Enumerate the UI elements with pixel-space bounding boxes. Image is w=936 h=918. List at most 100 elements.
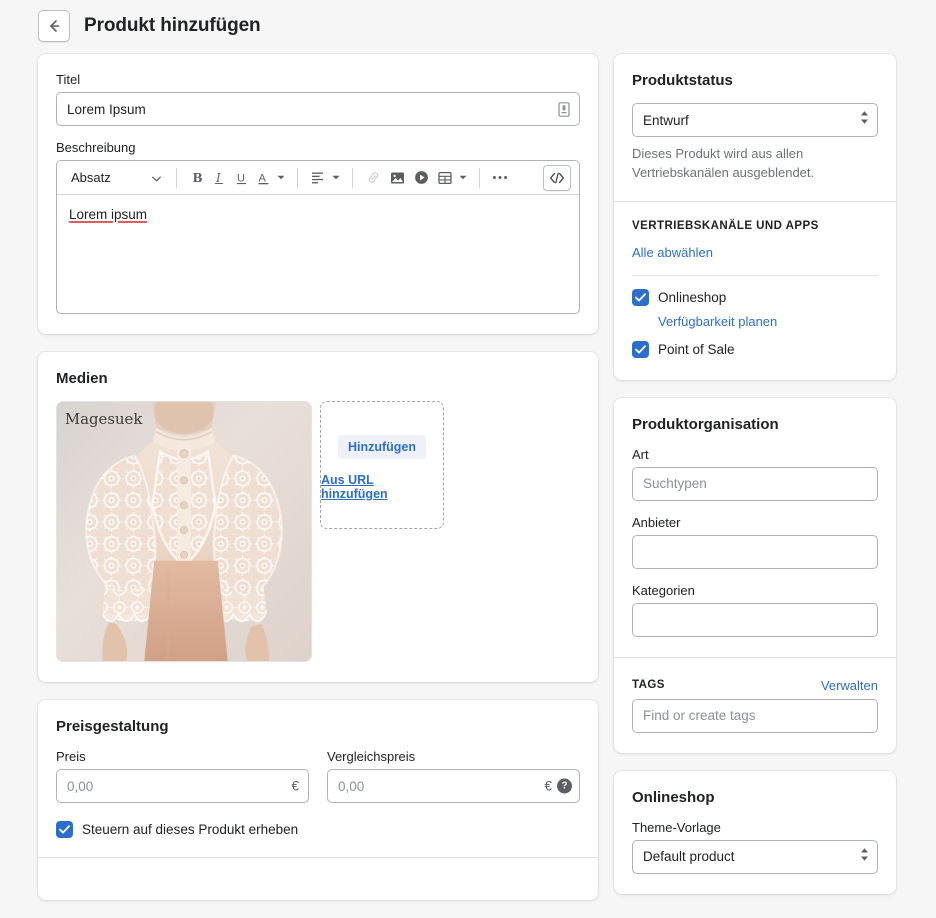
table-icon[interactable]	[434, 166, 456, 190]
title-input-wrap	[56, 92, 580, 126]
channel-pos-row[interactable]: Point of Sale	[632, 340, 878, 358]
theme-template-select[interactable]: Default product	[632, 839, 878, 874]
channel-onlineshop-label: Onlineshop	[658, 289, 727, 305]
title-description-card: Titel Beschreibung	[38, 54, 598, 334]
text-color-button[interactable]: A	[252, 166, 274, 190]
status-select-wrap: Entwurf	[632, 103, 878, 137]
block-format-value: Absatz	[71, 170, 111, 185]
channel-onlineshop-row[interactable]: Onlineshop	[632, 288, 878, 306]
media-row: Magesuek Hinzufügen Aus URL hinzufügen	[56, 401, 580, 662]
align-group	[307, 166, 343, 190]
compare-price-column: Vergleichspreis € ?	[327, 749, 580, 803]
compare-price-input-wrap: € ?	[327, 769, 580, 803]
product-status-card: Produktstatus Entwurf Dieses Produkt wir…	[614, 54, 896, 380]
media-thumbnail[interactable]: Magesuek	[56, 401, 312, 662]
ellipsis-icon[interactable]	[489, 166, 511, 190]
charge-tax-checkbox-row[interactable]: Steuern auf dieses Produkt erheben	[56, 821, 580, 838]
page-header: Produkt hinzufügen	[0, 0, 936, 44]
theme-select-wrap: Default product	[632, 839, 878, 874]
vendor-label: Anbieter	[632, 514, 681, 530]
tags-divider	[614, 656, 896, 658]
onlineshop-title: Onlineshop	[632, 788, 715, 806]
product-organization-card: Produktorganisation Art Anbieter Kategor…	[614, 397, 896, 753]
product-status-title: Produktstatus	[632, 72, 733, 89]
deselect-all-link[interactable]: Alle abwählen	[632, 245, 713, 260]
media-card: Medien Magesuek Hinzufügen Aus URL hinzu…	[38, 352, 598, 682]
title-label: Titel	[56, 72, 81, 87]
price-column: Preis €	[56, 749, 309, 803]
charge-tax-label: Steuern auf dieses Produkt erheben	[82, 822, 299, 837]
channel-pos-label: Point of Sale	[658, 341, 735, 357]
product-organization-title: Produktorganisation	[632, 415, 779, 433]
align-left-icon[interactable]	[307, 166, 329, 190]
tags-input[interactable]	[632, 698, 878, 733]
svg-text:Magesuek: Magesuek	[65, 410, 143, 428]
italic-button[interactable]: I	[208, 166, 230, 190]
pricing-title: Preisgestaltung	[56, 718, 169, 735]
page-title: Produkt hinzufügen	[84, 15, 261, 36]
categories-input[interactable]	[632, 602, 878, 637]
add-from-url-link[interactable]: Aus URL hinzufügen	[321, 473, 443, 501]
sidebar-column: Produktstatus Entwurf Dieses Produkt wir…	[614, 54, 896, 912]
channel-pos-checkbox[interactable]	[632, 340, 649, 358]
pricing-card-tail	[56, 858, 580, 880]
onlineshop-card: Onlineshop Theme-Vorlage Default product	[614, 770, 896, 894]
description-label: Beschreibung	[56, 140, 136, 155]
status-select[interactable]: Entwurf	[632, 103, 878, 137]
svg-text:A: A	[258, 172, 266, 184]
page-columns: Titel Beschreibung	[0, 44, 936, 918]
theme-template-label: Theme-Vorlage	[632, 819, 721, 835]
code-icon[interactable]	[543, 164, 571, 191]
svg-text:B: B	[192, 171, 202, 185]
theme-template-value: Default product	[643, 849, 735, 865]
title-input[interactable]	[56, 92, 580, 126]
link-icon[interactable]	[362, 166, 384, 190]
status-divider	[614, 200, 896, 202]
price-input-wrap: €	[56, 769, 309, 803]
back-button[interactable]	[38, 10, 70, 42]
tags-header: TAGS Verwalten	[632, 678, 878, 693]
status-help-text: Dieses Produkt wird aus allen Vertriebsk…	[632, 146, 815, 180]
price-grid: Preis € Vergleichspreis € ?	[56, 749, 580, 803]
type-input[interactable]	[632, 466, 878, 501]
underline-button[interactable]: U	[230, 166, 252, 190]
help-icon[interactable]: ?	[557, 778, 572, 794]
text-color-dropdown[interactable]	[274, 166, 288, 190]
type-label: Art	[632, 446, 649, 462]
bold-button[interactable]: B	[186, 166, 208, 190]
add-media-button[interactable]: Hinzufügen	[337, 435, 427, 459]
channels-heading: VERTRIEBSKANÄLE UND APPS	[632, 219, 819, 232]
compare-price-label: Vergleichspreis	[327, 749, 416, 764]
pricing-card: Preisgestaltung Preis € Vergleichspreis	[38, 700, 598, 900]
text-style-group: B I U A	[186, 166, 288, 190]
price-input[interactable]	[56, 769, 309, 803]
description-editor: Absatz B I U A Lorem ipsum	[56, 160, 580, 314]
charge-tax-checkbox[interactable]	[56, 821, 73, 838]
price-label: Preis	[56, 749, 86, 764]
toolbar-divider-3	[352, 167, 353, 188]
channel-onlineshop-checkbox[interactable]	[632, 288, 649, 306]
table-dropdown[interactable]	[456, 166, 470, 190]
media-dropzone[interactable]: Hinzufügen Aus URL hinzufügen	[320, 401, 444, 529]
vendor-input[interactable]	[632, 534, 878, 569]
plan-availability-link[interactable]: Verfügbarkeit planen	[658, 314, 777, 329]
toolbar-divider-2	[297, 167, 298, 188]
document-icon[interactable]	[557, 101, 571, 117]
block-format-select[interactable]: Absatz	[63, 165, 167, 191]
description-text: Lorem ipsum	[69, 207, 148, 222]
svg-text:U: U	[237, 172, 245, 184]
video-icon[interactable]	[410, 166, 432, 190]
image-icon[interactable]	[386, 166, 408, 190]
main-column: Titel Beschreibung	[38, 54, 598, 918]
description-body[interactable]: Lorem ipsum	[57, 195, 579, 313]
compare-price-input[interactable]	[327, 769, 580, 803]
media-title: Medien	[56, 370, 108, 387]
tags-heading: TAGS	[632, 679, 665, 692]
type-field: Art	[632, 447, 878, 501]
manage-tags-link[interactable]: Verwalten	[821, 678, 878, 693]
status-select-value: Entwurf	[643, 112, 689, 128]
categories-label: Kategorien	[632, 582, 695, 598]
categories-field: Kategorien	[632, 583, 878, 637]
channels-rule	[632, 274, 878, 276]
align-dropdown[interactable]	[329, 166, 343, 190]
